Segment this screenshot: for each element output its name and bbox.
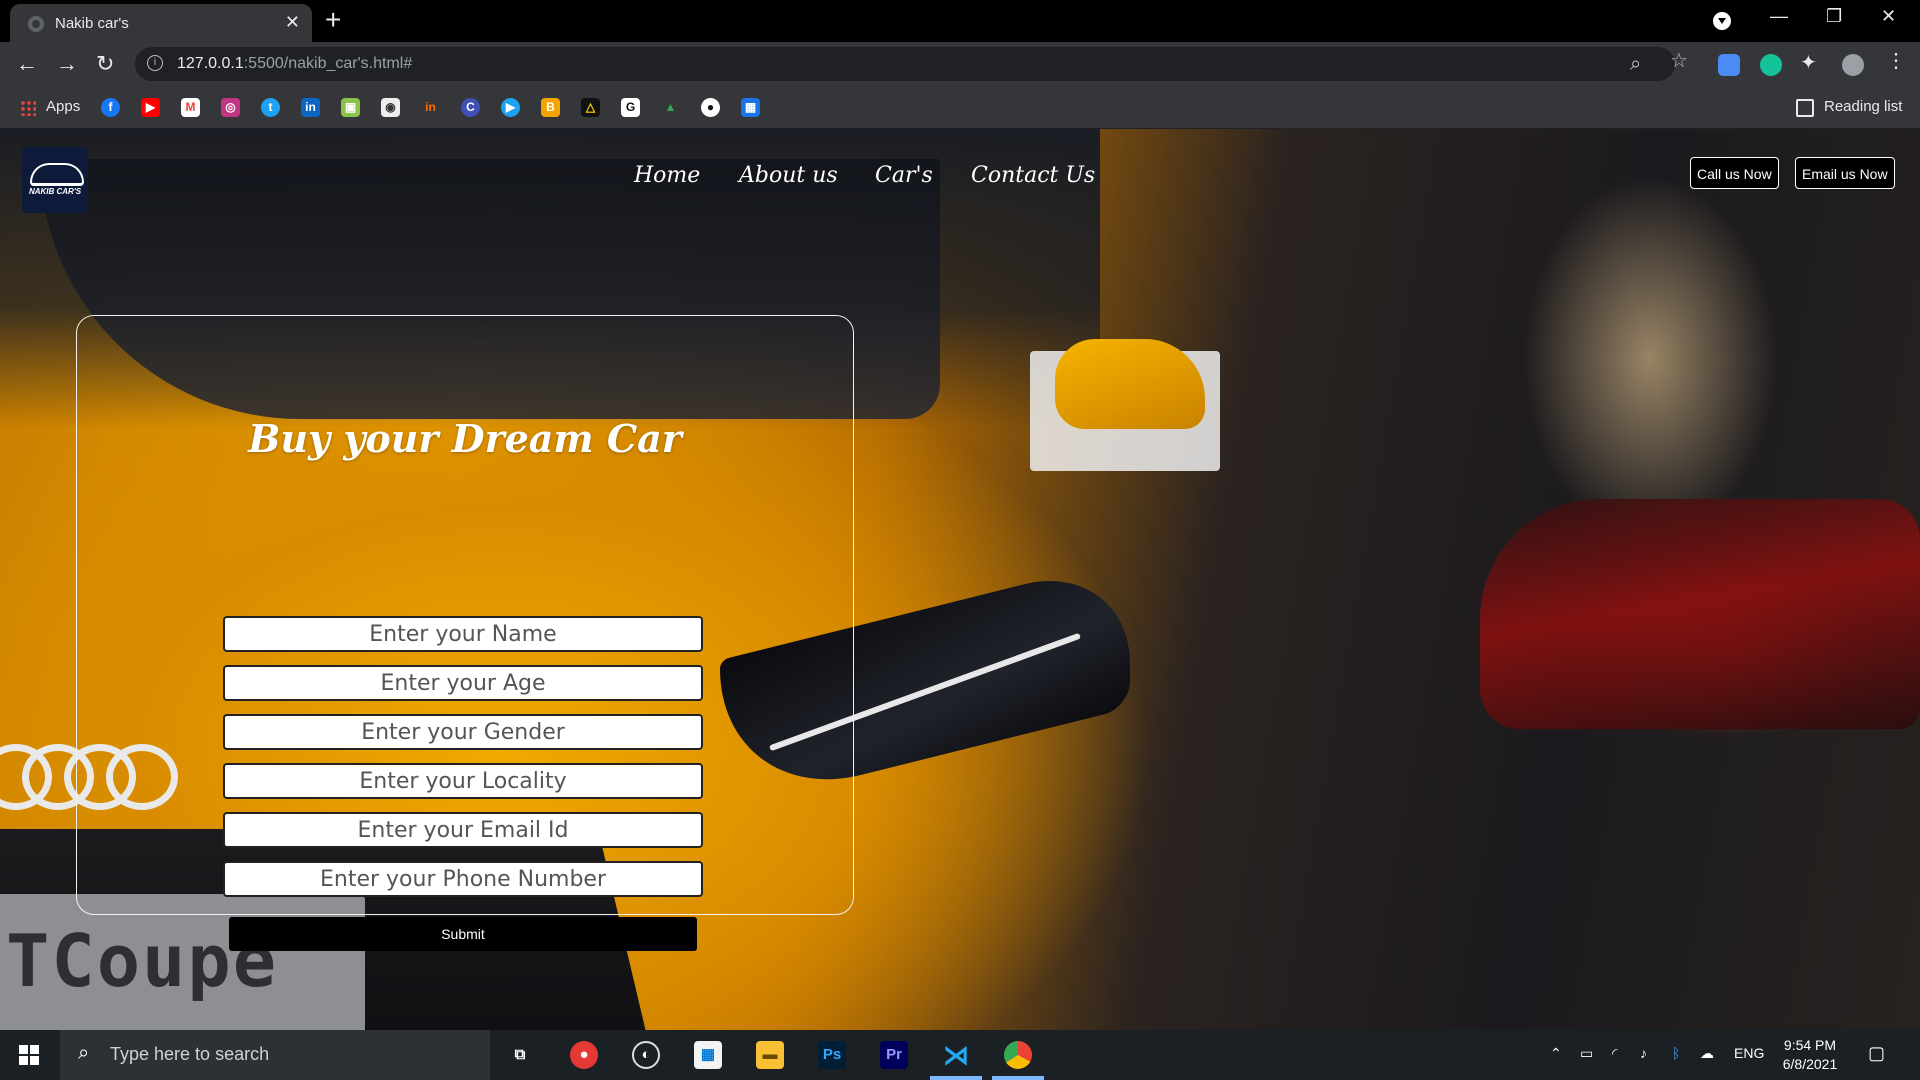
bookmarks-bar: Apps f ▶ M ◎ t in ▣ ◉ in C ▶ B △ G ▲ ● ▦… bbox=[0, 88, 1920, 129]
translate-extension-icon[interactable] bbox=[1718, 54, 1740, 76]
windows-start-icon[interactable] bbox=[19, 1045, 39, 1065]
extensions-puzzle-icon[interactable]: ✦ bbox=[1800, 50, 1817, 75]
purchase-form: Buy your Dream Car Submit bbox=[76, 315, 854, 951]
photoshop-icon[interactable]: Ps bbox=[818, 1041, 846, 1069]
site-logo[interactable]: NAKIB CAR'S bbox=[22, 147, 88, 213]
background-red-car bbox=[1480, 499, 1920, 729]
instagram-icon[interactable]: ◎ bbox=[221, 98, 240, 117]
car-logo-icon bbox=[30, 163, 84, 186]
file-explorer-icon[interactable]: ▬ bbox=[756, 1041, 784, 1069]
web-page: TCoupe NAKIB CAR'S Home About us Car's C… bbox=[0, 129, 1920, 1030]
forward-icon[interactable]: → bbox=[56, 50, 78, 78]
tab-search-icon[interactable] bbox=[1713, 12, 1731, 30]
vscode-icon[interactable]: ⋊ bbox=[942, 1041, 970, 1069]
globe-icon bbox=[28, 16, 44, 32]
locality-input[interactable] bbox=[223, 763, 703, 799]
google-drive-icon[interactable]: ▲ bbox=[661, 98, 680, 117]
call-us-button[interactable]: Call us Now bbox=[1690, 157, 1779, 189]
zoom-icon[interactable]: ⌕ bbox=[1630, 53, 1641, 76]
bookmark-app-icon[interactable]: ◉ bbox=[381, 98, 400, 117]
wifi-icon[interactable]: ◜ bbox=[1612, 1045, 1617, 1062]
app-icon[interactable]: ● bbox=[570, 1041, 598, 1069]
vscode-active-indicator bbox=[930, 1076, 982, 1080]
back-icon[interactable]: ← bbox=[16, 50, 38, 78]
github-icon[interactable]: ● bbox=[701, 98, 720, 117]
youtube-icon[interactable]: ▶ bbox=[141, 98, 160, 117]
invision-icon[interactable]: in bbox=[421, 98, 440, 117]
submit-button[interactable]: Submit bbox=[229, 917, 697, 951]
notifications-icon[interactable]: ▢ bbox=[1868, 1043, 1885, 1064]
restore-icon[interactable]: ❐ bbox=[1826, 6, 1842, 27]
email-input[interactable] bbox=[223, 812, 703, 848]
task-view-icon[interactable]: ⧉ bbox=[506, 1041, 534, 1069]
blogger-icon[interactable]: B bbox=[541, 98, 560, 117]
play-icon[interactable]: ▶ bbox=[501, 98, 520, 117]
battery-icon[interactable]: ▭ bbox=[1580, 1045, 1593, 1062]
browser-toolbar: ← → ↻ i 127.0.0.1:5500/nakib_car's.html#… bbox=[0, 42, 1920, 88]
minimize-icon[interactable]: — bbox=[1770, 6, 1788, 27]
gfg-icon[interactable]: G bbox=[621, 98, 640, 117]
chrome-active-indicator bbox=[992, 1076, 1044, 1080]
age-input[interactable] bbox=[223, 665, 703, 701]
volume-icon[interactable]: ♪ bbox=[1640, 1045, 1647, 1061]
browser-tab[interactable]: Nakib car's ✕ bbox=[10, 4, 312, 42]
facebook-icon[interactable]: f bbox=[101, 98, 120, 117]
taskbar-clock[interactable]: 9:54 PM 6/8/2021 bbox=[1776, 1036, 1844, 1074]
site-info-icon[interactable]: i bbox=[147, 55, 163, 71]
browser-tab-bar: Nakib car's ✕ + — ❐ ✕ bbox=[0, 0, 1920, 42]
search-placeholder: Type here to search bbox=[110, 1044, 270, 1064]
nav-about-us[interactable]: About us bbox=[739, 163, 838, 188]
search-icon: ⌕ bbox=[78, 1042, 90, 1064]
taskbar-search[interactable]: ⌕ Type here to search bbox=[60, 1030, 490, 1080]
bluetooth-icon[interactable]: ᛒ bbox=[1672, 1045, 1680, 1061]
url-text[interactable]: 127.0.0.1:5500/nakib_car's.html# bbox=[177, 55, 412, 73]
linkedin-icon[interactable]: in bbox=[301, 98, 320, 117]
car-side-mirror bbox=[1055, 339, 1205, 429]
apps-bookmark[interactable]: Apps bbox=[46, 98, 80, 115]
name-input[interactable] bbox=[223, 616, 703, 652]
new-tab-button[interactable]: + bbox=[325, 4, 341, 36]
premiere-icon[interactable]: Pr bbox=[880, 1041, 908, 1069]
email-us-button[interactable]: Email us Now bbox=[1795, 157, 1895, 189]
url-path: :5500/nakib_car's.html# bbox=[243, 55, 413, 72]
reading-list-icon[interactable] bbox=[1796, 99, 1814, 117]
obs-icon[interactable]: ◐ bbox=[632, 1041, 660, 1069]
clock-time: 9:54 PM bbox=[1783, 1037, 1837, 1053]
close-window-icon[interactable]: ✕ bbox=[1881, 6, 1896, 27]
calendar-bookmark-icon[interactable]: ▦ bbox=[741, 98, 760, 117]
menu-kebab-icon[interactable]: ⋮ bbox=[1886, 48, 1906, 73]
microsoft-store-icon[interactable]: ▦ bbox=[694, 1041, 722, 1069]
grammarly-extension-icon[interactable] bbox=[1760, 54, 1782, 76]
tab-title: Nakib car's bbox=[55, 15, 129, 32]
nav-home[interactable]: Home bbox=[634, 163, 700, 188]
bookmark-star-icon[interactable]: ☆ bbox=[1670, 48, 1688, 73]
chrome-icon[interactable] bbox=[1004, 1041, 1032, 1069]
tray-expand-icon[interactable]: ⌃ bbox=[1550, 1045, 1562, 1062]
onedrive-icon[interactable]: ☁ bbox=[1700, 1045, 1714, 1062]
apps-grid-icon[interactable] bbox=[20, 100, 36, 116]
twitter-icon[interactable]: t bbox=[261, 98, 280, 117]
windows-taskbar: ⌕ Type here to search ⧉ ● ◐ ▦ ▬ Ps Pr ⋊ … bbox=[0, 1030, 1920, 1080]
nav-contact-us[interactable]: Contact Us bbox=[971, 163, 1095, 188]
form-title: Buy your Dream Car bbox=[248, 416, 682, 461]
warning-bookmark-icon[interactable]: △ bbox=[581, 98, 600, 117]
close-tab-icon[interactable]: ✕ bbox=[285, 12, 300, 33]
reload-icon[interactable]: ↻ bbox=[96, 50, 114, 78]
profile-avatar[interactable] bbox=[1842, 54, 1864, 76]
address-bar[interactable]: i 127.0.0.1:5500/nakib_car's.html# ⌕ bbox=[135, 47, 1675, 81]
logo-text: NAKIB CAR'S bbox=[28, 187, 82, 196]
url-host: 127.0.0.1 bbox=[177, 55, 244, 72]
phone-input[interactable] bbox=[223, 861, 703, 897]
nav-cars[interactable]: Car's bbox=[875, 163, 933, 188]
language-indicator[interactable]: ENG bbox=[1734, 1045, 1764, 1061]
classroom-icon[interactable]: ▣ bbox=[341, 98, 360, 117]
gmail-icon[interactable]: M bbox=[181, 98, 200, 117]
gender-input[interactable] bbox=[223, 714, 703, 750]
clock-date: 6/8/2021 bbox=[1782, 1056, 1838, 1072]
reading-list-button[interactable]: Reading list bbox=[1824, 98, 1902, 115]
canva-icon[interactable]: C bbox=[461, 98, 480, 117]
